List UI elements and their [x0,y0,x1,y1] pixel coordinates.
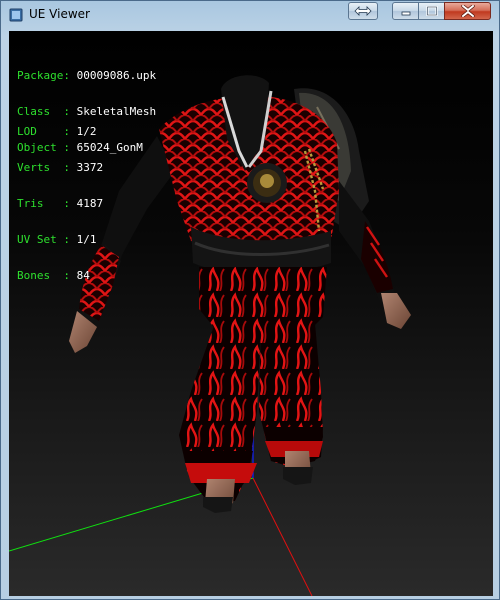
3d-viewport[interactable]: Package: 00009086.upk Class : SkeletalMe… [9,31,493,596]
close-icon [460,5,475,17]
window-title: UE Viewer [29,7,90,21]
mesh-stats-panel: LOD : 1/2 Verts : 3372 Tris : 4187 UV Se… [17,102,103,306]
maximize-button[interactable] [418,2,445,20]
tris-value: 4187 [76,197,104,210]
lod-label: LOD : [17,125,70,138]
minimize-icon [400,6,412,16]
verts-label: Verts : [17,161,70,174]
tris-label: Tris : [17,197,70,210]
bones-label: Bones : [17,269,70,282]
verts-value: 3372 [76,161,104,174]
info-tris: Tris : 4187 [17,198,103,210]
package-label: Package: [17,69,70,82]
info-uvset: UV Set : 1/1 [17,234,103,246]
package-value: 00009086.upk [76,69,157,82]
info-verts: Verts : 3372 [17,162,103,174]
app-window: UE Viewer Package: 00009086.upk Class: … [0,0,500,600]
title-bar[interactable]: UE Viewer [1,1,499,31]
minimize-button[interactable] [392,2,419,20]
app-icon [9,8,23,22]
uvset-label: UV Set : [17,233,70,246]
info-package: Package: 00009086.upk [17,70,156,82]
close-button[interactable] [444,2,491,20]
bones-value: 84 [76,269,90,282]
lod-value: 1/2 [76,125,97,138]
uvset-value: 1/1 [76,233,97,246]
double-arrow-icon [354,6,372,16]
info-bones: Bones : 84 [17,270,103,282]
maximize-icon [425,6,438,16]
fullscreen-button[interactable] [348,2,378,20]
info-lod: LOD : 1/2 [17,126,103,138]
x-axis [252,477,313,596]
